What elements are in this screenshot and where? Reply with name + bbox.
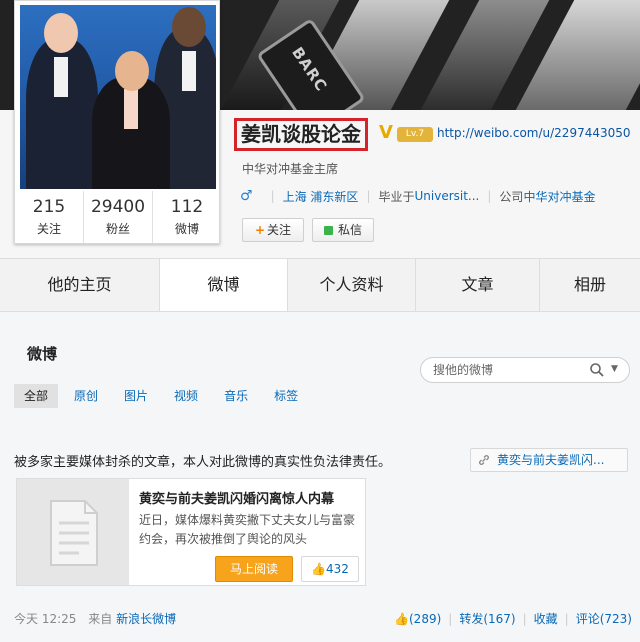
tab-label: 文章 (461, 275, 494, 294)
sep: | (564, 611, 569, 626)
stat-label: 关注 (36, 222, 61, 236)
weibo-search-box: ▼ (420, 357, 630, 383)
like-count: (289) (409, 611, 442, 626)
article-summary: 近日，媒体爆料黄奕撇下丈夫女儿与富豪约会，再次被推倒了舆论的风头 (139, 513, 356, 546)
article-card[interactable]: 黄奕与前夫姜凯闪婚闪离惊人内幕 近日，媒体爆料黄奕撇下丈夫女儿与富豪约会，再次被… (16, 478, 366, 586)
comment-button[interactable]: 评论(723) (576, 610, 632, 627)
tab-home[interactable]: 他的主页 (0, 259, 160, 311)
post-meta: 今天 12:25 来自 新浪长微博 (14, 610, 176, 627)
level-badge[interactable]: Lv.7 (397, 127, 433, 142)
profile-tabs: 他的主页 微博 个人资料 文章 相册 (0, 258, 640, 312)
location-link[interactable]: 上海 浦东新区 (283, 188, 359, 205)
sep: | (270, 189, 275, 203)
filter-bar: 全部 原创 图片 视频 音乐 标签 (14, 384, 314, 408)
stat-value: 215 (32, 197, 66, 217)
tab-label: 微博 (207, 275, 240, 294)
stat-label: 粉丝 (105, 222, 130, 236)
filter-tags[interactable]: 标签 (264, 384, 308, 408)
filter-music[interactable]: 音乐 (214, 384, 258, 408)
stat-label: 微博 (174, 222, 199, 236)
profile-info-row: ♂ | 上海 浦东新区 | 毕业于 Universit... | 公司 中华对冲… (240, 186, 595, 206)
tab-weibo[interactable]: 微博 (160, 259, 288, 311)
like-button[interactable]: 👍(289) (394, 612, 441, 626)
article-title[interactable]: 黄奕与前夫姜凯闪婚闪离惊人内幕 (139, 488, 334, 507)
source-prefix: 来自 (88, 612, 113, 626)
tab-albums[interactable]: 相册 (540, 259, 640, 311)
post-text: 被多家主要媒体封杀的文章，本人对此微博的真实性负法律责任。 (14, 455, 392, 470)
post-link-tag[interactable]: 黄奕与前夫姜凯闪... (470, 448, 628, 472)
article-thumbnail (17, 479, 129, 585)
link-icon (479, 455, 489, 465)
sep: | (487, 189, 492, 203)
profile-stats: 215 关注 29400 粉丝 112 微博 (15, 191, 221, 243)
message-button[interactable]: 私信 (312, 218, 374, 242)
company-link[interactable]: 中华对冲基金 (523, 188, 595, 205)
tab-label: 个人资料 (319, 275, 384, 294)
tab-label: 相册 (573, 275, 606, 294)
chevron-down-icon[interactable]: ▼ (611, 364, 618, 374)
verified-icon[interactable]: V (379, 122, 393, 143)
read-now-button[interactable]: 马上阅读 (215, 556, 293, 582)
stat-value: 112 (170, 197, 204, 217)
post-actions: 👍(289) | 转发(167) | 收藏 | 评论(723) (394, 610, 632, 627)
filter-original[interactable]: 原创 (64, 384, 108, 408)
article-like-count: 432 (326, 562, 349, 576)
company-prefix: 公司 (499, 189, 524, 204)
avatar[interactable] (20, 5, 216, 189)
stat-value: 29400 (90, 197, 146, 217)
profile-name: 姜凯谈股论金 (241, 122, 361, 146)
follow-label: 关注 (267, 223, 292, 237)
stat-followers[interactable]: 29400 粉丝 (84, 191, 153, 243)
school-prefix: 毕业于 (378, 189, 415, 204)
tab-profile-info[interactable]: 个人资料 (288, 259, 416, 311)
name-highlight-box: 姜凯谈股论金 (234, 118, 368, 151)
post-tag-label: 黄奕与前夫姜凯闪... (497, 453, 605, 467)
tab-articles[interactable]: 文章 (416, 259, 540, 311)
source-link[interactable]: 新浪长微博 (116, 612, 176, 626)
tab-label: 他的主页 (47, 275, 112, 294)
document-icon (50, 500, 98, 566)
section-title: 微博 (27, 345, 58, 363)
message-label: 私信 (337, 223, 362, 237)
search-icon[interactable] (589, 362, 605, 378)
stat-following[interactable]: 215 关注 (15, 191, 84, 243)
sep: | (448, 611, 453, 626)
search-input[interactable] (433, 362, 583, 378)
sep: | (366, 189, 371, 203)
message-icon (323, 226, 333, 235)
thumbs-up-icon: 👍 (311, 562, 327, 576)
profile-bio: 中华对冲基金主席 (242, 162, 339, 176)
filter-all[interactable]: 全部 (14, 384, 59, 408)
sep: | (522, 611, 527, 626)
filter-videos[interactable]: 视频 (164, 384, 208, 408)
filter-images[interactable]: 图片 (114, 384, 158, 408)
male-icon: ♂ (240, 188, 253, 204)
favorite-button[interactable]: 收藏 (534, 610, 558, 627)
avatar-card: 215 关注 29400 粉丝 112 微博 (14, 0, 220, 244)
thumbs-up-icon: 👍 (394, 611, 409, 626)
plus-icon: + (254, 223, 266, 237)
repost-button[interactable]: 转发(167) (459, 610, 515, 627)
profile-url-link[interactable]: http://weibo.com/u/2297443050 (437, 126, 631, 140)
follow-button[interactable]: + 关注 (242, 218, 304, 242)
article-like-button[interactable]: 👍432 (301, 556, 359, 582)
school-link[interactable]: Universit... (415, 189, 480, 203)
stat-posts[interactable]: 112 微博 (153, 191, 221, 243)
post-time[interactable]: 今天 12:25 (14, 612, 76, 626)
